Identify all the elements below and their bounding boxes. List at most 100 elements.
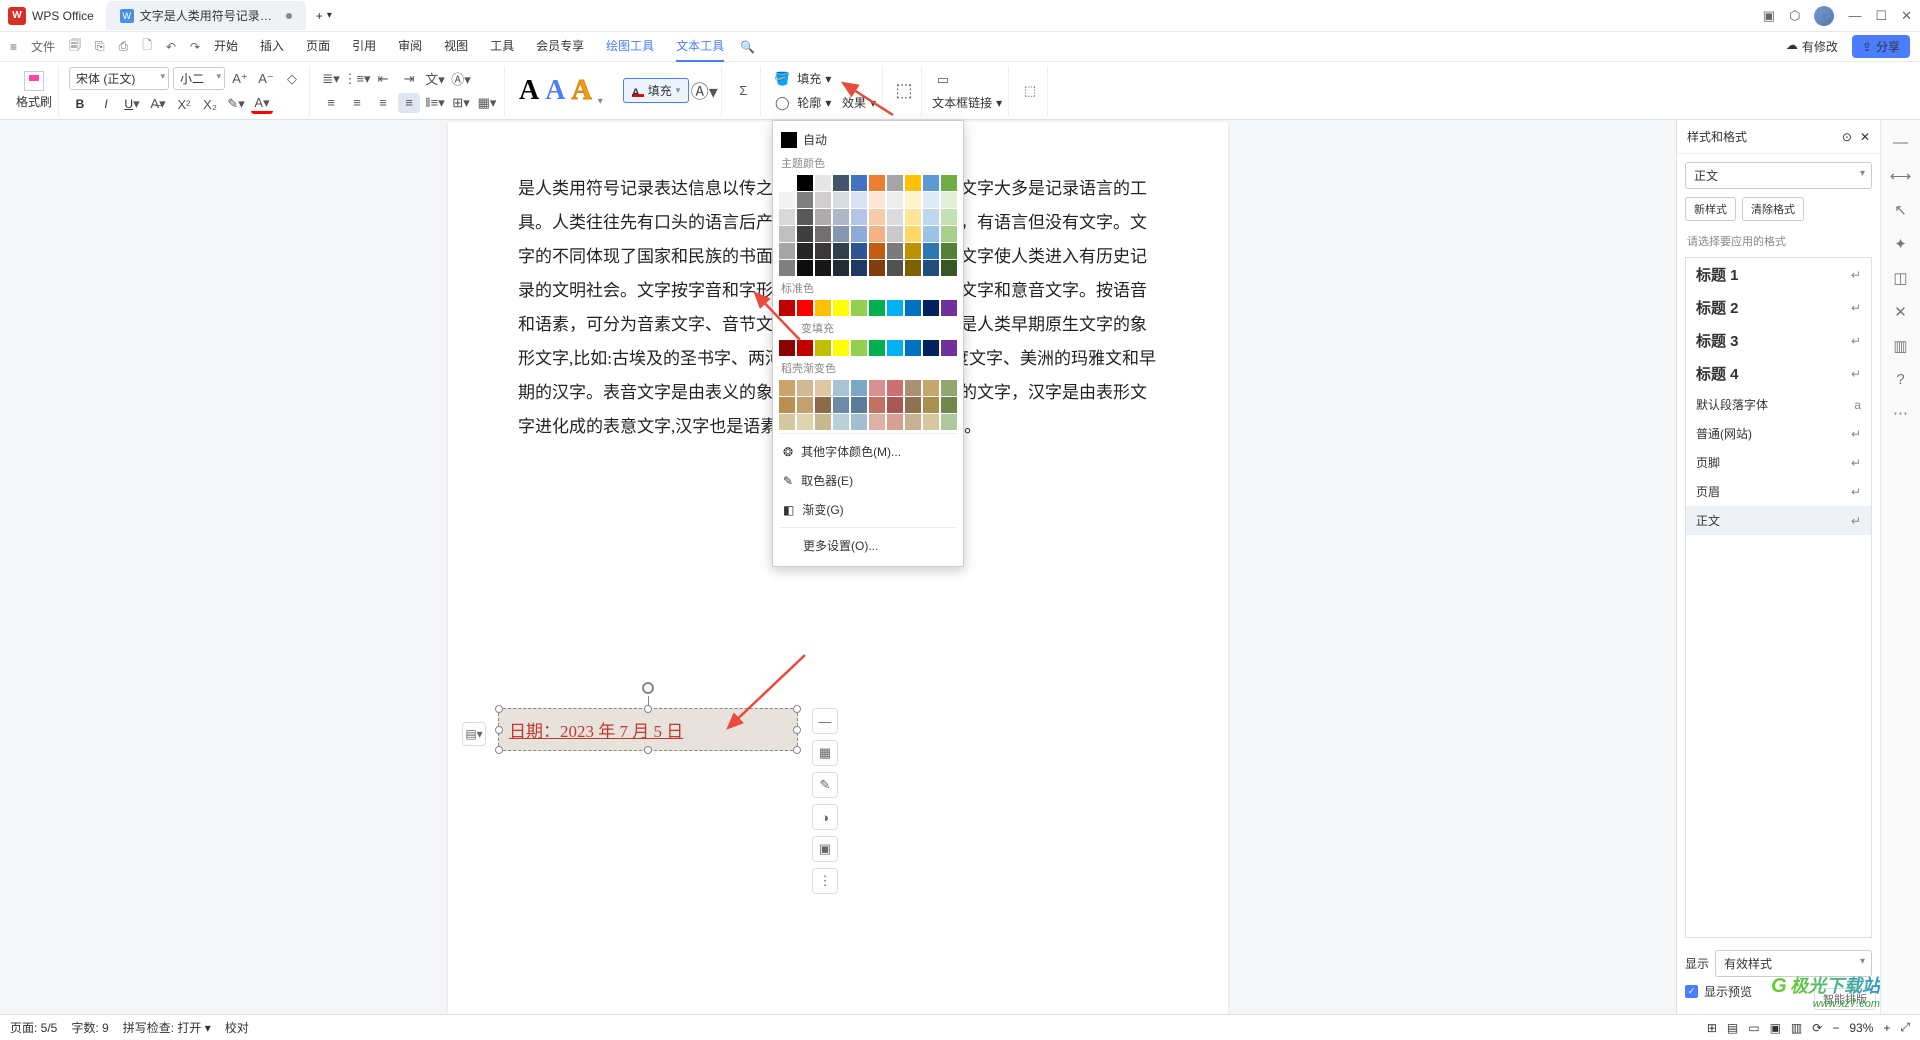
color-swatch[interactable] <box>869 175 885 191</box>
color-swatch[interactable] <box>869 340 885 356</box>
color-swatch[interactable] <box>797 209 813 225</box>
style-item[interactable]: 页眉↵ <box>1686 477 1871 506</box>
cube-icon[interactable]: ⬡ <box>1789 8 1800 24</box>
color-swatch[interactable] <box>887 175 903 191</box>
color-swatch[interactable] <box>923 192 939 208</box>
menu-tab-审阅[interactable]: 审阅 <box>398 31 422 62</box>
menu-tab-绘图工具[interactable]: 绘图工具 <box>606 31 654 62</box>
color-swatch[interactable] <box>905 340 921 356</box>
color-swatch[interactable] <box>815 260 831 276</box>
color-swatch[interactable] <box>797 397 813 413</box>
color-swatch[interactable] <box>851 226 867 242</box>
style-item[interactable]: 页脚↵ <box>1686 448 1871 477</box>
bookmark-icon[interactable]: ▥ <box>1893 337 1907 355</box>
indent-inc-icon[interactable]: ⇥ <box>398 69 420 89</box>
color-swatch[interactable] <box>923 380 939 396</box>
document-tab[interactable]: W 文字是人类用符号记录表达信息以 <box>106 1 306 30</box>
color-swatch[interactable] <box>851 260 867 276</box>
page-indicator[interactable]: 页面: 5/5 <box>10 1019 57 1036</box>
color-swatch[interactable] <box>869 243 885 259</box>
align-center-icon[interactable]: ≡ <box>346 93 368 113</box>
color-swatch[interactable] <box>887 340 903 356</box>
border-icon[interactable]: ▦▾ <box>476 93 498 113</box>
color-swatch[interactable] <box>779 192 795 208</box>
color-swatch[interactable] <box>851 380 867 396</box>
zoom-level[interactable]: 93% <box>1849 1021 1873 1035</box>
paragraph-icon[interactable]: ⊞▾ <box>450 93 472 113</box>
indent-dec-icon[interactable]: ⇤ <box>372 69 394 89</box>
color-swatch[interactable] <box>869 192 885 208</box>
file-menu[interactable]: 文件 <box>31 38 55 55</box>
color-swatch[interactable] <box>779 380 795 396</box>
save-icon[interactable]: 🗐 <box>69 36 81 57</box>
color-swatch[interactable] <box>887 192 903 208</box>
checkbox-icon[interactable]: ✓ <box>1685 985 1698 998</box>
color-swatch[interactable] <box>851 243 867 259</box>
resize-handle-icon[interactable] <box>793 705 801 713</box>
color-swatch[interactable] <box>905 414 921 430</box>
clear-format-button[interactable]: 清除格式 <box>1742 197 1804 221</box>
select-icon[interactable]: ⬚ <box>1019 81 1041 101</box>
color-swatch[interactable] <box>851 397 867 413</box>
color-swatch[interactable] <box>779 243 795 259</box>
color-swatch[interactable] <box>833 192 849 208</box>
color-swatch[interactable] <box>797 300 813 316</box>
more-colors-item[interactable]: ❂其他字体颜色(M)... <box>779 437 957 466</box>
rotate-handle-icon[interactable] <box>642 682 654 694</box>
fontcolor-icon[interactable]: A▾ <box>251 94 273 114</box>
line-spacing-icon[interactable]: ‖≡▾ <box>424 93 446 113</box>
color-swatch[interactable] <box>797 175 813 191</box>
more-rail-icon[interactable]: ⋯ <box>1893 404 1908 422</box>
increase-font-icon[interactable]: A⁺ <box>229 69 251 89</box>
strike-icon[interactable]: A̶▾ <box>147 94 169 114</box>
color-swatch[interactable] <box>779 209 795 225</box>
pin-icon[interactable]: ⊙ <box>1842 130 1852 144</box>
menu-tab-会员专享[interactable]: 会员专享 <box>536 31 584 62</box>
color-swatch[interactable] <box>941 397 957 413</box>
spell-check-status[interactable]: 拼写检查: 打开 ▾ <box>123 1019 211 1036</box>
char-scale-icon[interactable]: Ⓐ▾ <box>450 69 472 89</box>
color-swatch[interactable] <box>923 397 939 413</box>
color-swatch[interactable] <box>833 380 849 396</box>
collapse-rail-icon[interactable]: — <box>1893 134 1908 151</box>
color-swatch[interactable] <box>869 260 885 276</box>
zoom-out-icon[interactable]: − <box>1832 1021 1839 1035</box>
avatar[interactable] <box>1814 6 1834 26</box>
format-brush-button[interactable]: 格式刷 <box>16 71 52 110</box>
color-swatch[interactable] <box>797 380 813 396</box>
search-icon[interactable]: 🔍 <box>740 40 755 54</box>
settings-icon[interactable]: ✦ <box>1894 235 1907 253</box>
color-swatch[interactable] <box>887 414 903 430</box>
style-item[interactable]: 默认段落字体a <box>1686 390 1871 419</box>
color-swatch[interactable] <box>833 260 849 276</box>
fill-shape-icon[interactable]: ◑ <box>812 804 838 830</box>
color-swatch[interactable] <box>941 175 957 191</box>
color-swatch[interactable] <box>779 414 795 430</box>
cloud-status[interactable]: ☁有修改 <box>1786 38 1838 55</box>
align-left-icon[interactable]: ≡ <box>320 93 342 113</box>
resize-handle-icon[interactable] <box>793 726 801 734</box>
color-swatch[interactable] <box>833 175 849 191</box>
view-outline-icon[interactable]: ▤ <box>1727 1021 1738 1035</box>
resize-handle-icon[interactable] <box>495 705 503 713</box>
color-swatch[interactable] <box>941 414 957 430</box>
color-swatch[interactable] <box>851 340 867 356</box>
color-swatch[interactable] <box>905 192 921 208</box>
wordart-style-2[interactable]: A <box>545 75 565 107</box>
menu-tab-插入[interactable]: 插入 <box>260 31 284 62</box>
color-swatch[interactable] <box>905 380 921 396</box>
minimize-icon[interactable]: — <box>1848 8 1861 23</box>
refresh-icon[interactable]: ⟳ <box>1812 1021 1822 1035</box>
wordart-style-1[interactable]: A <box>519 75 539 107</box>
text-fill-button[interactable]: 填充▾ <box>623 78 690 103</box>
edit-shape-icon[interactable]: ✎ <box>812 772 838 798</box>
text-outline-icon[interactable]: Ⓐ▾ <box>693 81 715 101</box>
color-swatch[interactable] <box>869 226 885 242</box>
color-swatch[interactable] <box>815 243 831 259</box>
color-swatch[interactable] <box>833 397 849 413</box>
superscript-icon[interactable]: X² <box>173 94 195 114</box>
highlight-icon[interactable]: ✎▾ <box>225 94 247 114</box>
color-swatch[interactable] <box>833 414 849 430</box>
color-swatch[interactable] <box>833 300 849 316</box>
align-right-icon[interactable]: ≡ <box>372 93 394 113</box>
